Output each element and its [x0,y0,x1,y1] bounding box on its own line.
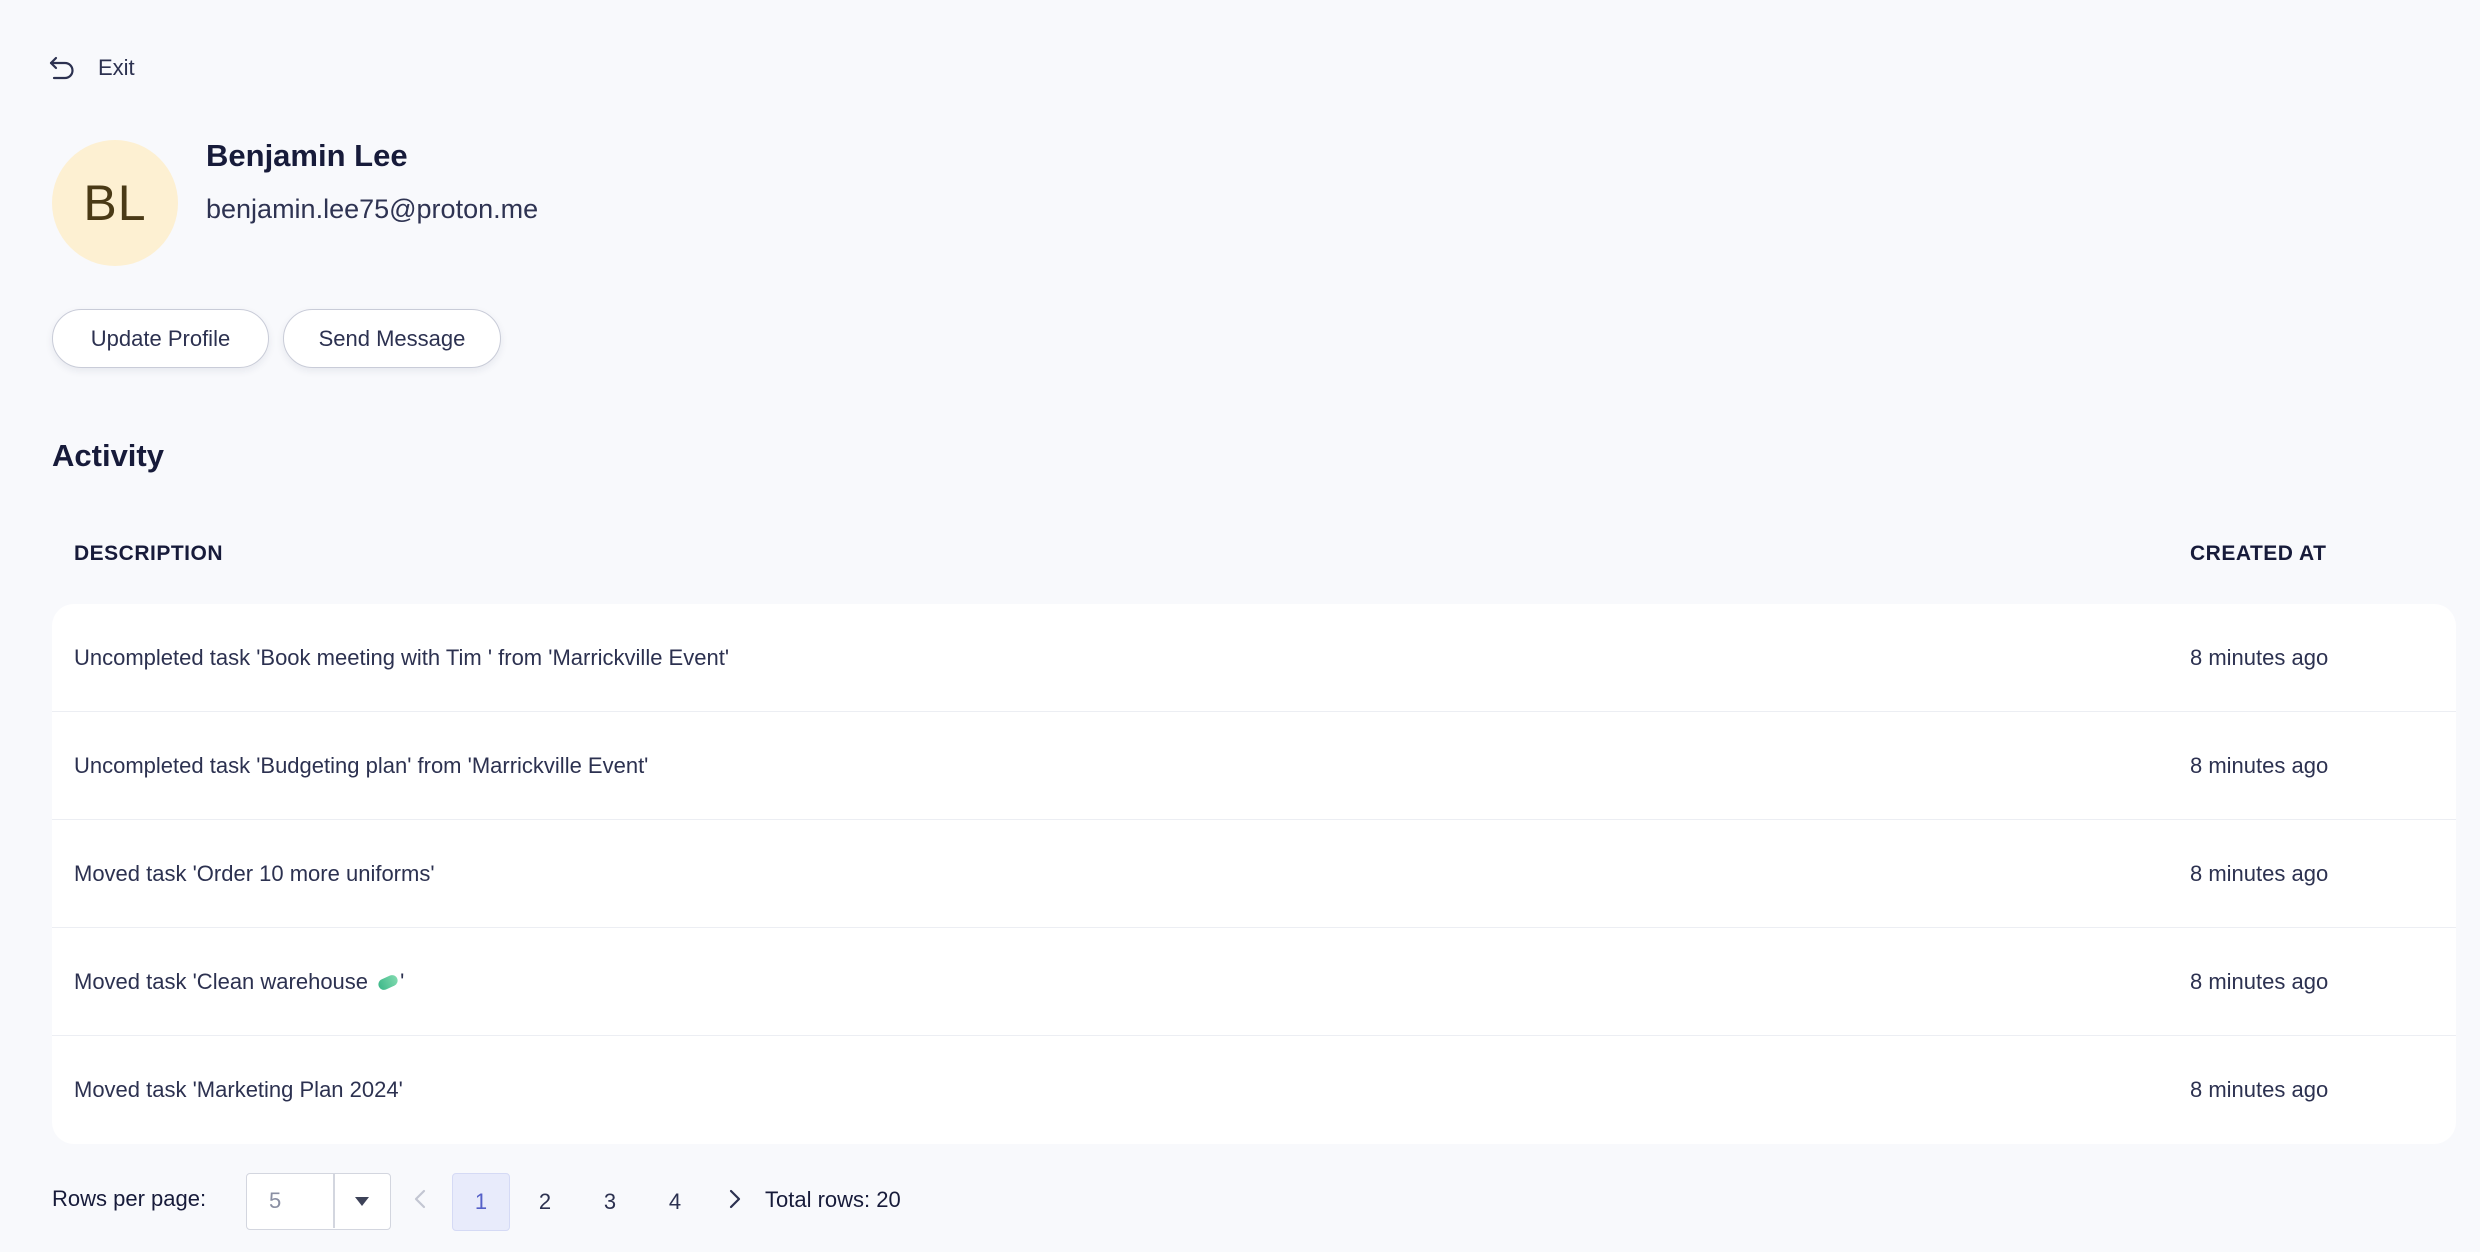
chevron-right-icon [729,1189,741,1214]
undo-arrow-icon [48,55,76,81]
row-description: Uncompleted task 'Budgeting plan' from '… [74,753,649,778]
row-created-at: 8 minutes ago [2190,861,2329,886]
update-profile-button[interactable]: Update Profile [52,309,269,368]
row-description: Moved task 'Order 10 more uniforms' [74,861,435,886]
page-button-1[interactable]: 1 [452,1173,510,1231]
column-header-created-at: CREATED AT [2190,542,2327,565]
table-row: Uncompleted task 'Book meeting with Tim … [52,604,2456,712]
row-description-suffix: ' [400,969,405,994]
row-created-at: 8 minutes ago [2190,1077,2329,1102]
activity-title: Activity [52,438,164,473]
user-email: benjamin.lee75@proton.me [206,194,539,224]
page-button-4[interactable]: 4 [646,1173,704,1231]
table-row: Uncompleted task 'Budgeting plan' from '… [52,712,2456,820]
exit-button[interactable]: Exit [48,50,135,86]
profile-page: Exit BL Benjamin Lee benjamin.lee75@prot… [0,0,2480,1252]
row-created-at: 8 minutes ago [2190,753,2329,778]
page-button-2[interactable]: 2 [516,1173,574,1231]
pagination: Rows per page: 5 1 2 3 4 Total rows: 20 [0,1172,2480,1232]
activity-table: Uncompleted task 'Book meeting with Tim … [52,604,2456,1144]
avatar-initials: BL [83,175,147,231]
row-created-at: 8 minutes ago [2190,969,2329,994]
previous-page-button[interactable] [402,1172,438,1230]
rows-per-page-label: Rows per page: [52,1186,207,1211]
pill-emoji-icon [376,972,400,992]
rows-per-page-value: 5 [269,1188,282,1213]
table-row: Moved task 'Order 10 more uniforms' 8 mi… [52,820,2456,928]
table-row: Moved task 'Clean warehouse ' 8 minutes … [52,928,2456,1036]
send-message-button[interactable]: Send Message [283,309,501,368]
row-description-prefix: Moved task 'Clean warehouse [74,969,375,994]
row-description: Moved task 'Clean warehouse ' [74,928,404,1036]
table-row: Moved task 'Marketing Plan 2024' 8 minut… [52,1036,2456,1144]
column-header-description: DESCRIPTION [74,542,224,565]
total-rows: Total rows: 20 [765,1187,901,1212]
caret-down-icon[interactable] [333,1174,390,1228]
chevron-left-icon [414,1189,426,1214]
row-created-at: 8 minutes ago [2190,645,2329,670]
rows-per-page-select[interactable]: 5 [246,1173,391,1230]
row-description: Moved task 'Marketing Plan 2024' [74,1077,403,1102]
page-button-3[interactable]: 3 [581,1173,639,1231]
exit-label: Exit [98,55,135,80]
row-description: Uncompleted task 'Book meeting with Tim … [74,645,730,670]
user-name: Benjamin Lee [206,138,408,173]
next-page-button[interactable] [717,1172,753,1230]
avatar: BL [52,140,178,266]
